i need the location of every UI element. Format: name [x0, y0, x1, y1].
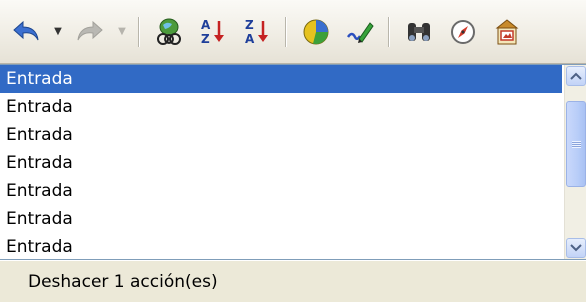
list-item[interactable]: Entrada	[0, 121, 562, 149]
data-sources-button[interactable]	[147, 10, 191, 54]
scroll-thumb-grip-icon	[571, 140, 581, 148]
list-item[interactable]: Entrada	[0, 65, 562, 93]
chevron-down-icon	[570, 244, 582, 252]
status-text: Deshacer 1 acción(es)	[28, 271, 218, 292]
sort-descending-button[interactable]: Z A	[235, 10, 279, 54]
undo-actions-rows: Entrada Entrada Entrada Entrada Entrada …	[0, 65, 562, 261]
navigator-button[interactable]	[441, 10, 485, 54]
toolbar-separator	[285, 16, 286, 47]
gallery-icon	[495, 18, 519, 44]
redo-button[interactable]	[68, 10, 112, 54]
draw-functions-button[interactable]	[338, 10, 382, 54]
redo-dropdown-arrow[interactable]: ▼	[112, 10, 132, 54]
sort-ascending-button[interactable]: A Z	[191, 10, 235, 54]
undo-dropdown-arrow[interactable]: ▼	[48, 10, 68, 54]
undo-actions-list[interactable]: Entrada Entrada Entrada Entrada Entrada …	[0, 64, 586, 260]
data-sources-icon	[157, 18, 181, 45]
scroll-thumb[interactable]	[566, 101, 586, 187]
svg-text:Z: Z	[201, 32, 210, 46]
chart-icon	[303, 19, 329, 44]
draw-functions-icon	[346, 21, 374, 43]
svg-text:A: A	[201, 18, 211, 32]
sort-ascending-icon: A Z	[201, 18, 224, 46]
svg-text:A: A	[245, 32, 255, 46]
insert-chart-button[interactable]	[294, 10, 338, 54]
undo-icon	[13, 20, 39, 40]
list-item[interactable]: Entrada	[0, 93, 562, 121]
undo-button[interactable]	[4, 10, 48, 54]
undo-count-status: Deshacer 1 acción(es)	[0, 260, 586, 302]
redo-icon	[77, 20, 103, 40]
toolbar-separator	[388, 16, 389, 47]
find-replace-button[interactable]	[397, 10, 441, 54]
vertical-scrollbar[interactable]	[564, 65, 586, 259]
scroll-up-button[interactable]	[566, 66, 586, 86]
list-item[interactable]: Entrada	[0, 149, 562, 177]
svg-text:Z: Z	[245, 18, 254, 32]
toolbar: ▼ ▼ A Z Z A	[0, 0, 586, 64]
find-replace-icon	[408, 22, 430, 41]
sort-descending-icon: Z A	[245, 18, 268, 46]
list-item[interactable]: Entrada	[0, 233, 562, 261]
chevron-up-icon	[570, 72, 582, 80]
scroll-down-button[interactable]	[566, 238, 586, 258]
list-item[interactable]: Entrada	[0, 177, 562, 205]
toolbar-separator	[138, 16, 139, 47]
gallery-button[interactable]	[485, 10, 529, 54]
navigator-icon	[451, 19, 475, 44]
list-item[interactable]: Entrada	[0, 205, 562, 233]
